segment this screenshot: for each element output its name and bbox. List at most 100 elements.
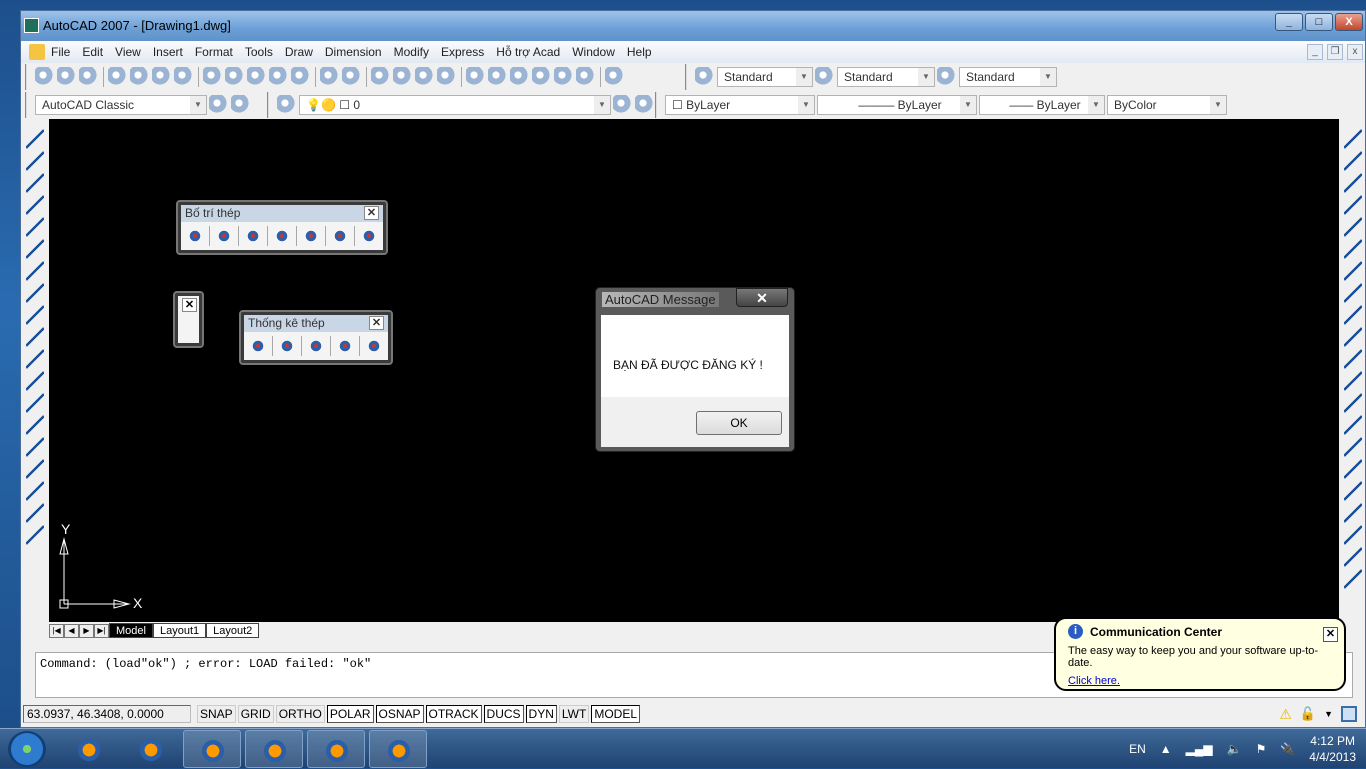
power-icon[interactable]: 🔌 (1280, 742, 1295, 756)
draworder-front-icon[interactable] (1344, 525, 1362, 545)
clock[interactable]: 4:12 PM 4/4/2013 (1309, 733, 1356, 765)
copy-icon[interactable] (225, 67, 245, 87)
text-style-select[interactable]: Standard ▼ (717, 67, 813, 87)
my-workspace-icon[interactable] (231, 95, 251, 115)
polygon-icon[interactable] (26, 195, 44, 215)
last-tab-button[interactable]: ▶| (94, 624, 109, 638)
table-grid-icon[interactable] (331, 226, 349, 246)
menu-modify[interactable]: Modify (388, 45, 435, 59)
redo-icon[interactable] (342, 67, 362, 87)
taskbar-app-firefox[interactable] (245, 730, 303, 768)
zoom-window-icon[interactable] (415, 67, 435, 87)
ok-button[interactable]: OK (696, 411, 782, 435)
status-otrack-button[interactable]: OTRACK (425, 705, 482, 723)
schedule-icon[interactable] (360, 226, 378, 246)
close-button[interactable]: X (1335, 13, 1363, 31)
unlock-icon[interactable]: 🔓 (1300, 706, 1316, 722)
stretch-icon[interactable] (1344, 305, 1362, 325)
construction-line-icon[interactable] (26, 151, 44, 171)
menu-express[interactable]: Express (435, 45, 490, 59)
abc-text-icon[interactable] (278, 336, 296, 356)
status-menu-arrow-icon[interactable]: ▼ (1324, 709, 1333, 719)
polyline-icon[interactable] (26, 173, 44, 193)
draworder-above-icon[interactable] (1344, 569, 1362, 589)
close-icon[interactable]: ✕ (369, 316, 384, 330)
section-icon[interactable] (244, 226, 262, 246)
zoom-realtime-icon[interactable] (393, 67, 413, 87)
status-model-button[interactable]: MODEL (591, 705, 641, 723)
save-icon[interactable] (79, 67, 99, 87)
arc-icon[interactable] (26, 239, 44, 259)
balloon-close-button[interactable]: ✕ (1323, 627, 1338, 642)
menu-draw[interactable]: Draw (279, 45, 319, 59)
dimension-style-icon[interactable] (815, 67, 835, 87)
plotstyle-select[interactable]: ByColor ▼ (1107, 95, 1227, 115)
language-indicator[interactable]: EN (1129, 742, 1146, 756)
break-at-point-icon[interactable] (1344, 371, 1362, 391)
design-center-icon[interactable] (488, 67, 508, 87)
make-layer-current-icon[interactable] (613, 95, 633, 115)
draworder-back-icon[interactable] (1344, 547, 1362, 567)
scale-icon[interactable] (1344, 283, 1362, 303)
close-icon[interactable]: ✕ (364, 206, 379, 220)
network-icon[interactable]: ▂▄▆ (1186, 742, 1213, 756)
label-abcd-icon[interactable] (273, 226, 291, 246)
menu-insert[interactable]: Insert (147, 45, 189, 59)
show-hidden-icons-icon[interactable]: ▲ (1160, 742, 1172, 756)
taskbar-app-internet-explorer[interactable] (122, 730, 180, 768)
color-select[interactable]: ☐ ByLayer ▼ (665, 95, 815, 115)
warning-icon[interactable]: ⚠ (1279, 706, 1292, 723)
tab-layout1[interactable]: Layout1 (152, 623, 207, 638)
web-icon[interactable] (174, 67, 194, 87)
taskbar-app-media-player[interactable] (60, 730, 118, 768)
mdi-restore-button[interactable]: ❐ (1327, 44, 1343, 60)
help-icon[interactable] (605, 67, 625, 87)
frame-icon[interactable] (250, 336, 267, 356)
prev-tab-button[interactable]: ◀ (64, 624, 79, 638)
chamfer-icon[interactable] (1344, 437, 1362, 457)
circle-icon[interactable] (26, 261, 44, 281)
taskbar-app-autocad[interactable] (307, 730, 365, 768)
text-style-icon[interactable] (695, 67, 715, 87)
new-icon[interactable] (35, 67, 55, 87)
move-icon[interactable] (1344, 239, 1362, 259)
layer-select[interactable]: 💡🟡 ☐ 0 ▼ (299, 95, 611, 115)
menu-window[interactable]: Window (566, 45, 621, 59)
fillet-icon[interactable] (1344, 459, 1362, 479)
table-icon[interactable] (26, 503, 44, 523)
replace-text-icon[interactable] (307, 336, 325, 356)
start-button[interactable] (8, 731, 46, 767)
properties-icon[interactable] (466, 67, 486, 87)
tool-palettes-icon[interactable] (510, 67, 530, 87)
pan-icon[interactable] (371, 67, 391, 87)
back-arrow-icon[interactable] (302, 226, 320, 246)
click-here-link[interactable]: Click here. (1068, 675, 1332, 687)
draworder-icon[interactable] (1344, 503, 1362, 523)
status-osnap-button[interactable]: OSNAP (375, 705, 424, 723)
menu-help[interactable]: Help (621, 45, 658, 59)
explode-icon[interactable] (1344, 481, 1362, 501)
no-icon[interactable] (365, 336, 383, 356)
match-properties-icon[interactable] (269, 67, 289, 87)
tab-layout2[interactable]: Layout2 (206, 623, 260, 638)
point-icon[interactable] (26, 415, 44, 435)
erase-icon[interactable] (1344, 129, 1362, 149)
mirror-icon[interactable] (1344, 173, 1362, 193)
markup-icon[interactable] (554, 67, 574, 87)
status-grid-button[interactable]: GRID (237, 705, 274, 723)
linetype-select[interactable]: ——— ByLayer ▼ (817, 95, 977, 115)
dimension-line-icon[interactable] (215, 226, 233, 246)
menu-edit[interactable]: Edit (76, 45, 109, 59)
menu-view[interactable]: View (109, 45, 147, 59)
status-snap-button[interactable]: SNAP (197, 705, 236, 723)
trim-icon[interactable] (1344, 327, 1362, 347)
tab-model[interactable]: Model (109, 623, 153, 638)
block-editor-icon[interactable] (291, 67, 311, 87)
layer-properties-icon[interactable] (277, 95, 297, 115)
copy-object-icon[interactable] (1344, 151, 1362, 171)
layer-previous-icon[interactable] (635, 95, 655, 115)
action-center-icon[interactable]: ⚑ (1256, 742, 1267, 756)
mdi-close-button[interactable]: x (1347, 44, 1363, 60)
hatch-icon[interactable] (26, 437, 44, 457)
open-icon[interactable] (57, 67, 77, 87)
